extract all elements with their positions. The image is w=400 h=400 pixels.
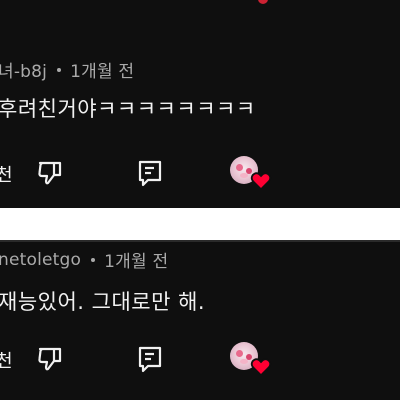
comment-actions: 천 — [0, 342, 400, 377]
creator-heart[interactable] — [230, 342, 274, 382]
comment-meta: 녀-b8j 1개월 전 — [0, 57, 134, 82]
author-name[interactable]: netoletgo — [0, 250, 81, 270]
comment-meta: netoletgo 1개월 전 — [0, 247, 168, 273]
comment-time[interactable]: 1개월 전 — [104, 247, 168, 272]
heart-icon-fragment — [258, 0, 268, 4]
comment-text: 재능있어. 그대로만 해. — [0, 290, 206, 314]
thumbs-down-icon — [38, 347, 62, 371]
like-label[interactable]: 천 — [0, 347, 13, 373]
comment-card: netoletgo 1개월 전 재능있어. 그대로만 해. 천 — [0, 240, 400, 400]
heart-icon — [250, 358, 272, 377]
reply-comment-icon — [138, 346, 162, 373]
comment-time[interactable]: 1개월 전 — [70, 57, 134, 82]
dislike-button[interactable] — [36, 158, 66, 188]
comments-screenshot: 녀-b8j 1개월 전 후려친거야ㅋㅋㅋㅋㅋㅋㅋㅋ 천 netoletgo 1개… — [0, 0, 400, 400]
author-name[interactable]: 녀-b8j — [0, 57, 47, 82]
separator-dot — [57, 67, 62, 72]
heart-icon — [250, 172, 272, 191]
comment-text: 후려친거야ㅋㅋㅋㅋㅋㅋㅋㅋ — [0, 97, 256, 121]
comment-actions: 천 — [0, 156, 400, 191]
like-label[interactable]: 천 — [0, 161, 13, 187]
comment-card: 녀-b8j 1개월 전 후려친거야ㅋㅋㅋㅋㅋㅋㅋㅋ 천 — [0, 0, 400, 208]
dislike-button[interactable] — [36, 344, 66, 374]
separator-dot — [91, 257, 96, 262]
reply-button[interactable] — [136, 158, 164, 188]
reply-comment-icon — [138, 160, 162, 187]
reply-button[interactable] — [136, 344, 164, 374]
creator-heart[interactable] — [230, 156, 274, 196]
thumbs-down-icon — [38, 161, 62, 185]
